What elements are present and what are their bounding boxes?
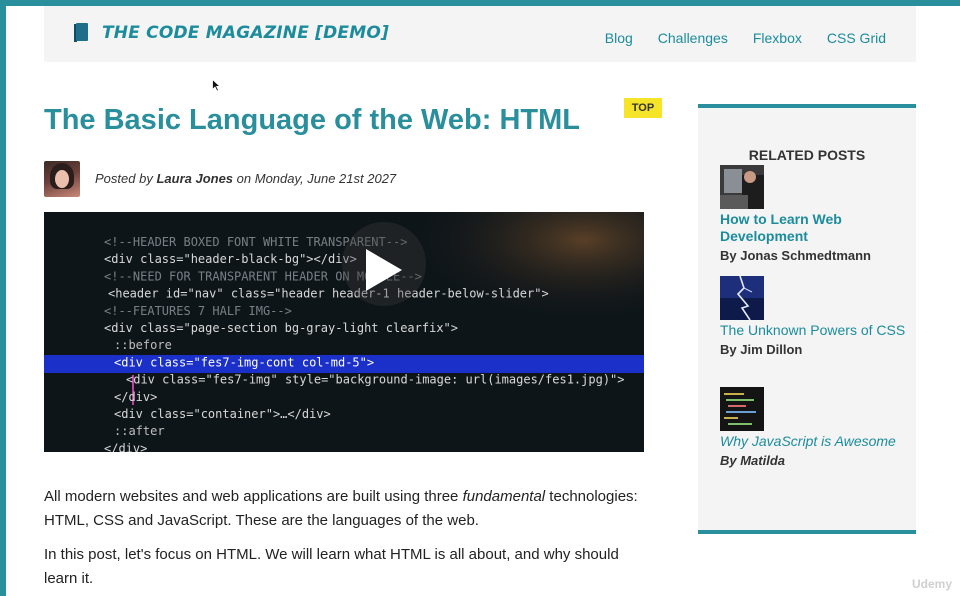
book-icon [74, 23, 90, 43]
video-code-line: ::after [114, 424, 165, 438]
brand[interactable]: THE CODE MAGAZINE [DEMO] [74, 23, 389, 43]
related-post-title[interactable]: How to Learn Web Development [720, 211, 910, 245]
related-post-thumbnail[interactable] [720, 387, 764, 431]
window-frame-left [0, 0, 6, 596]
brand-title[interactable]: THE CODE MAGAZINE [DEMO] [102, 23, 389, 43]
related-post-thumbnail[interactable] [720, 165, 764, 209]
video-code-line: </div> [104, 441, 147, 452]
main-nav: Blog Challenges Flexbox CSS Grid [580, 30, 886, 46]
paragraph-intro-text-a: All modern websites and web applications… [44, 488, 463, 505]
post-title: The Basic Language of the Web: HTML [44, 104, 580, 136]
related-post-author: By Matilda [720, 453, 786, 468]
related-post-author: By Jim Dillon [720, 342, 803, 357]
nav-link-blog[interactable]: Blog [605, 30, 633, 46]
related-post-item[interactable]: How to Learn Web Development By Jonas Sc… [720, 165, 910, 263]
related-post-author: By Jonas Schmedtmann [720, 248, 871, 263]
paragraph-intro-emphasis: fundamental [462, 488, 546, 505]
nav-link-flexbox[interactable]: Flexbox [753, 30, 802, 46]
video-code-line: </div> [114, 390, 157, 404]
video-code-line: <div class="page-section bg-gray-light c… [104, 321, 458, 335]
video-code-line: <div class="fes7-img" style="background-… [126, 373, 625, 387]
video-code-line: <!--FEATURES 7 HALF IMG--> [104, 304, 292, 318]
related-post-title[interactable]: Why JavaScript is Awesome [720, 433, 910, 450]
author-avatar [44, 160, 80, 197]
related-post-title[interactable]: The Unknown Powers of CSS [720, 322, 910, 339]
play-icon[interactable] [364, 247, 404, 293]
udemy-watermark: Udemy [911, 577, 952, 591]
video-code-line: <div class="fes7-img-cont col-md-5"> [114, 355, 374, 369]
author-row: Posted by Laura Jones on Monday, June 21… [44, 160, 396, 197]
paragraph-intro: All modern websites and web applications… [44, 485, 644, 533]
video-code-line: <div class="header-black-bg"></div> [104, 252, 357, 266]
related-posts-sidebar: RELATED POSTS How to Learn Web Developme… [698, 104, 916, 534]
related-post-item[interactable]: The Unknown Powers of CSS By Jim Dillon [720, 276, 910, 357]
nav-link-css-grid[interactable]: CSS Grid [827, 30, 886, 46]
top-badge: TOP [624, 98, 662, 118]
sidebar-title: RELATED POSTS [748, 147, 866, 163]
related-post-thumbnail[interactable] [720, 276, 764, 320]
video-code-line: ::before [114, 338, 172, 352]
related-post-item[interactable]: Why JavaScript is Awesome By Matilda [720, 387, 910, 468]
site-header: THE CODE MAGAZINE [DEMO] Blog Challenges… [44, 6, 916, 62]
post-date: on Monday, June 21st 2027 [236, 171, 397, 186]
author-name: Laura Jones [156, 171, 234, 186]
video-code-line: <header id="nav" class="header header-1 … [108, 287, 549, 301]
post-meta: Posted by Laura Jones on Monday, June 21… [95, 171, 396, 186]
paragraph-html-focus: In this post, let's focus on HTML. We wi… [44, 546, 619, 587]
mouse-cursor-icon [212, 79, 221, 92]
nav-link-challenges[interactable]: Challenges [658, 30, 728, 46]
posted-prefix: Posted by [95, 171, 153, 186]
video-code-line: <div class="container">…</div> [114, 407, 331, 421]
